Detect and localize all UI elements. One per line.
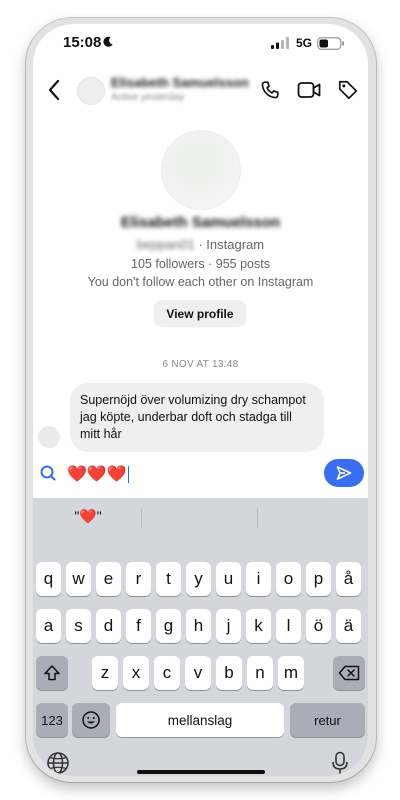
message-input[interactable]: ❤️❤️❤️ <box>67 460 307 488</box>
key-ä[interactable]: ä <box>336 609 361 643</box>
key-x[interactable]: x <box>123 656 149 690</box>
key-v[interactable]: v <box>185 656 211 690</box>
key-c[interactable]: c <box>154 656 180 690</box>
key-b[interactable]: b <box>216 656 242 690</box>
key-ö[interactable]: ö <box>306 609 331 643</box>
key-a[interactable]: a <box>36 609 61 643</box>
phone-icon[interactable] <box>259 79 281 101</box>
back-icon[interactable] <box>47 79 61 101</box>
search-icon[interactable] <box>36 461 60 485</box>
moon-icon <box>103 36 113 47</box>
space-key[interactable]: mellanslag <box>116 703 284 737</box>
send-button[interactable] <box>324 459 364 487</box>
backspace-icon <box>338 665 360 681</box>
shift-icon <box>44 665 60 681</box>
emoji-key[interactable] <box>72 703 110 737</box>
key-y[interactable]: y <box>186 562 211 596</box>
shift-key[interactable] <box>36 656 68 690</box>
contact-avatar[interactable] <box>77 77 105 105</box>
globe-icon[interactable] <box>46 751 70 775</box>
view-profile-button[interactable]: View profile <box>154 300 246 327</box>
video-call-icon[interactable] <box>297 80 321 100</box>
key-r[interactable]: r <box>126 562 151 596</box>
message-input-value: ❤️❤️❤️ <box>67 466 127 483</box>
return-key[interactable]: retur <box>290 703 365 737</box>
key-p[interactable]: p <box>306 562 331 596</box>
key-e[interactable]: e <box>96 562 121 596</box>
key-q[interactable]: q <box>36 562 61 596</box>
key-h[interactable]: h <box>186 609 211 643</box>
profile-handle-row: beppan01 · Instagram <box>33 237 368 252</box>
chat-header: Elisabeth Samuelsson Active yesterday <box>33 69 368 113</box>
contact-name[interactable]: Elisabeth Samuelsson <box>111 75 249 90</box>
key-n[interactable]: n <box>247 656 273 690</box>
suggestion-1[interactable]: "❤️" <box>48 508 128 525</box>
key-j[interactable]: j <box>216 609 241 643</box>
home-indicator <box>137 770 265 774</box>
key-s[interactable]: s <box>66 609 91 643</box>
profile-stats: 105 followers · 955 posts <box>131 257 270 271</box>
send-icon <box>336 466 352 480</box>
profile-platform: · Instagram <box>194 237 265 252</box>
message-composer: ❤️❤️❤️ <box>33 454 368 496</box>
key-g[interactable]: g <box>156 609 181 643</box>
key-m[interactable]: m <box>278 656 304 690</box>
key-k[interactable]: k <box>246 609 271 643</box>
key-o[interactable]: o <box>276 562 301 596</box>
sender-avatar <box>38 426 60 448</box>
backspace-key[interactable] <box>333 656 365 690</box>
microphone-icon[interactable] <box>331 751 349 775</box>
key-u[interactable]: u <box>216 562 241 596</box>
key-d[interactable]: d <box>96 609 121 643</box>
network-label: 5G <box>296 36 313 50</box>
key-å[interactable]: å <box>336 562 361 596</box>
phone-screen: 15:08 5G Elisabeth Samuelsson Active yes… <box>33 24 368 776</box>
key-t[interactable]: t <box>156 562 181 596</box>
key-z[interactable]: z <box>92 656 118 690</box>
key-i[interactable]: i <box>246 562 271 596</box>
status-time: 15:08 <box>63 34 102 51</box>
profile-photo[interactable] <box>161 130 241 210</box>
numbers-key[interactable]: 123 <box>36 703 68 737</box>
contact-active-status: Active yesterday <box>111 92 185 103</box>
received-message-bubble[interactable]: Supernöjd över volumizing dry schampot j… <box>70 383 324 452</box>
message-date-stamp: 6 NOV AT 13:48 <box>162 359 239 370</box>
emoji-icon <box>82 711 100 729</box>
suggestion-divider <box>141 508 142 528</box>
profile-follow-status: You don't follow each other on Instagram <box>87 275 314 289</box>
text-caret <box>127 465 130 483</box>
key-f[interactable]: f <box>126 609 151 643</box>
key-l[interactable]: l <box>276 609 301 643</box>
signal-icon <box>271 37 289 49</box>
tag-icon[interactable] <box>337 79 359 101</box>
profile-name: Elisabeth Samuelsson <box>120 214 281 231</box>
status-bar: 15:08 5G <box>33 24 368 64</box>
keyboard: "❤️" qwertyuiopå asdfghjklöä zxcvbnm 123 m… <box>33 498 368 776</box>
suggestion-divider <box>257 508 258 528</box>
battery-icon <box>317 37 344 50</box>
profile-handle: beppan01 <box>136 237 195 252</box>
suggestion-bar: "❤️" <box>33 498 368 536</box>
key-w[interactable]: w <box>66 562 91 596</box>
